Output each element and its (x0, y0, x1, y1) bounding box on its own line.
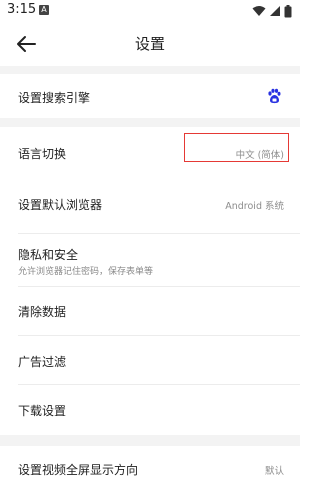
video-orientation-label: 设置视频全屏显示方向 (18, 463, 139, 477)
app-bar: 设置 (0, 22, 300, 66)
status-time: 3:15 (7, 2, 37, 17)
status-bar: 3:15 A (0, 0, 300, 22)
search-engine-row[interactable]: 设置搜索引擎 (0, 74, 300, 118)
privacy-subtitle: 允许浏览器记住密码，保存表单等 (18, 267, 154, 277)
section-gap (0, 66, 300, 74)
video-orientation-row[interactable]: 设置视频全屏显示方向 默认 (0, 446, 300, 492)
clear-data-row[interactable]: 清除数据 (0, 287, 300, 335)
default-browser-row[interactable]: 设置默认浏览器 Android 系统 (0, 177, 300, 233)
section-gap (0, 435, 300, 446)
section-gap (0, 118, 300, 127)
baidu-paw-icon (268, 88, 281, 104)
wifi-icon (252, 6, 266, 16)
download-label: 下载设置 (18, 404, 67, 418)
battery-icon (284, 4, 292, 17)
video-orientation-value: 默认 (264, 466, 284, 477)
highlight-box (184, 133, 289, 162)
clear-data-label: 清除数据 (18, 305, 67, 319)
signal-icon (270, 6, 280, 16)
privacy-row[interactable]: 隐私和安全 允许浏览器记住密码，保存表单等 (0, 234, 300, 286)
ad-filter-row[interactable]: 广告过滤 (0, 336, 300, 384)
privacy-label: 隐私和安全 (18, 248, 79, 262)
ad-filter-label: 广告过滤 (18, 355, 67, 369)
default-browser-value: Android 系统 (225, 201, 284, 212)
page-title: 设置 (134, 35, 165, 53)
status-icons (252, 4, 292, 18)
language-label: 语言切换 (18, 147, 67, 161)
default-browser-label: 设置默认浏览器 (18, 198, 103, 212)
download-row[interactable]: 下载设置 (0, 385, 300, 435)
notification-icon: A (39, 5, 49, 15)
search-engine-label: 设置搜索引擎 (18, 91, 91, 105)
